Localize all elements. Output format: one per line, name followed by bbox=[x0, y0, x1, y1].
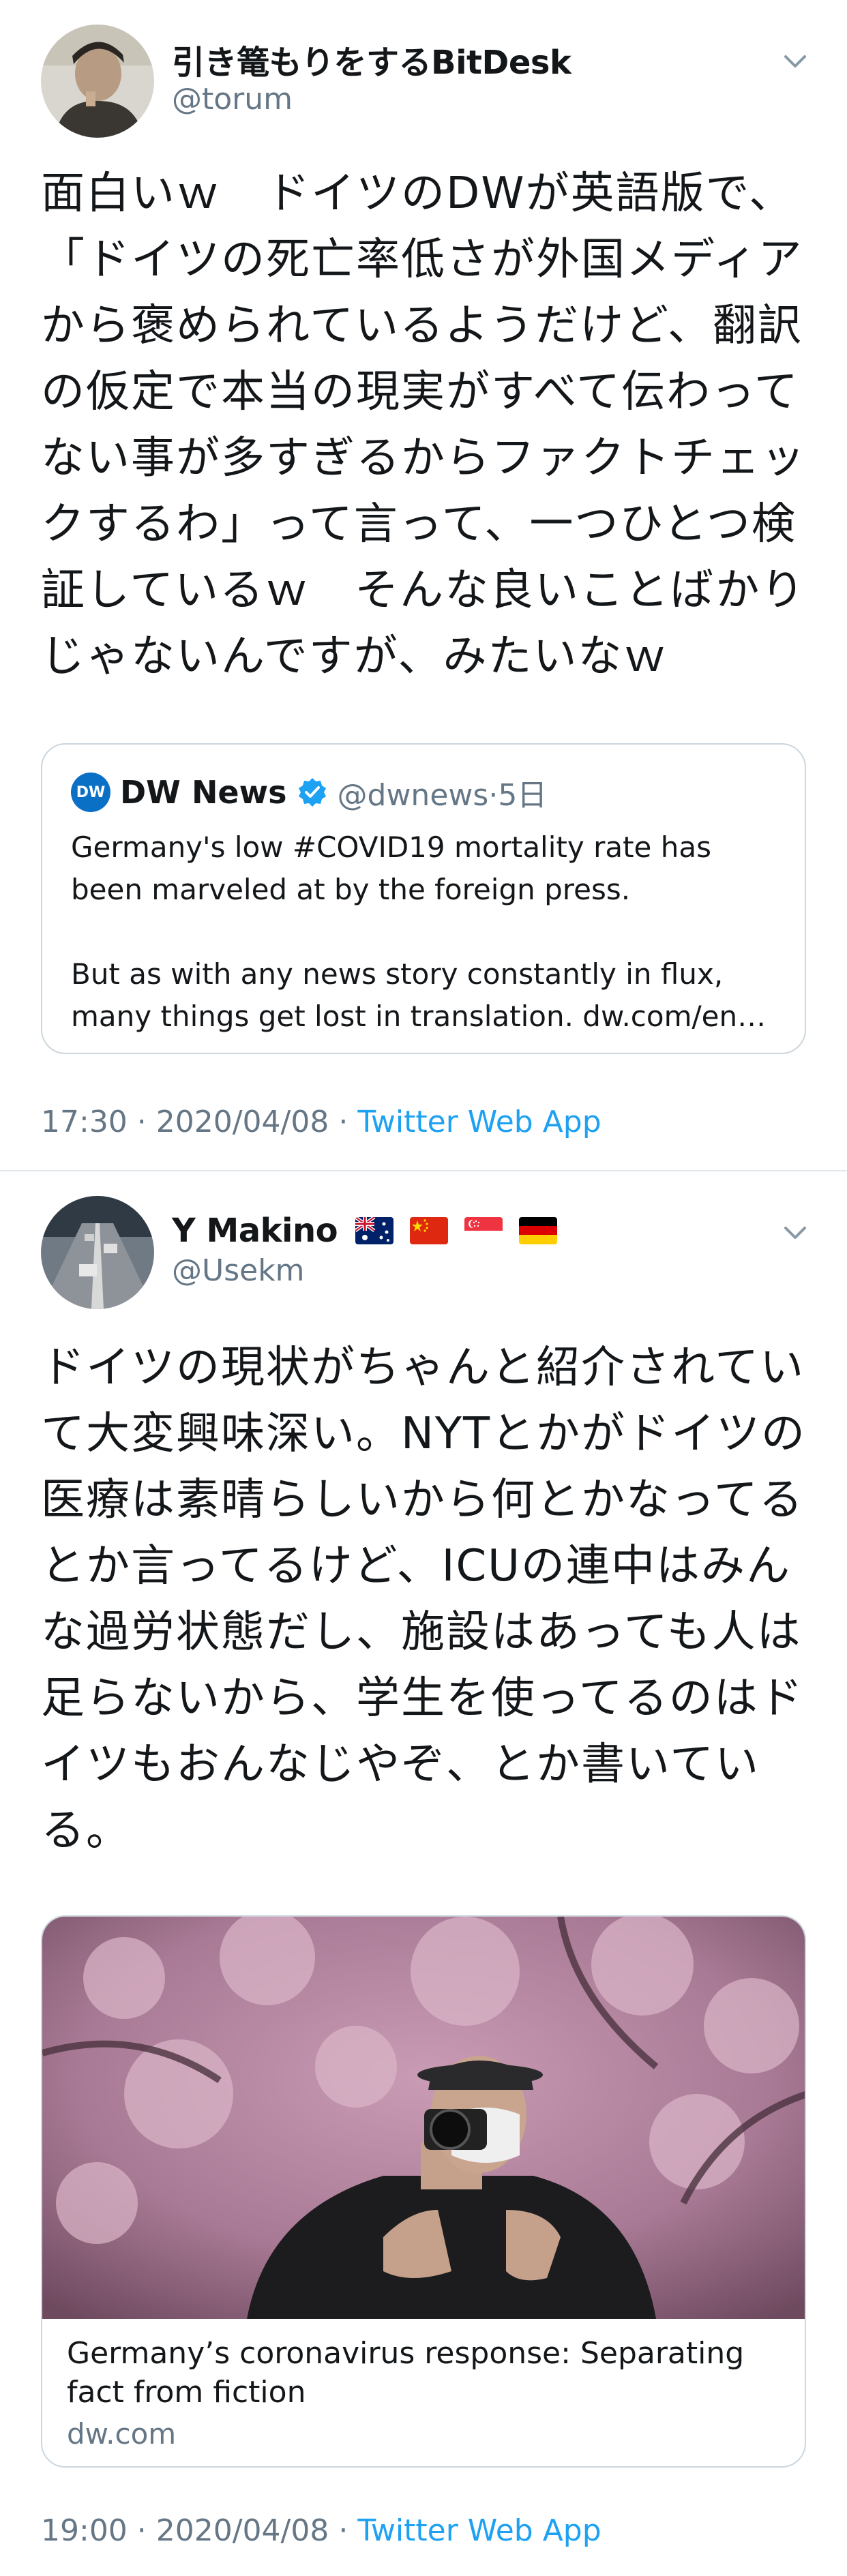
china-flag-icon bbox=[410, 1217, 449, 1244]
dw-logo: DW bbox=[71, 773, 110, 812]
quoted-tweet-text: Germany's low #COVID19 mortality rate ha… bbox=[71, 826, 787, 1038]
australia-flag-icon bbox=[355, 1217, 394, 1244]
quoted-tweet[interactable]: DW DW News @dwnews·5日 Germany's low #COV… bbox=[41, 743, 806, 1054]
quoted-author-name: DW News bbox=[120, 774, 287, 811]
quoted-line: Germany's low #COVID19 mortality rate ha… bbox=[71, 830, 711, 864]
author-row: Y Makino bbox=[172, 1207, 558, 1255]
author-handle[interactable]: @Usekm bbox=[172, 1253, 305, 1288]
card-title: Germany’s coronavirus response: Separati… bbox=[67, 2336, 745, 2410]
chevron-down-icon[interactable] bbox=[777, 1215, 813, 1250]
timestamp[interactable]: 19:00 · 2020/04/08 · bbox=[41, 2513, 357, 2548]
link-preview-card[interactable]: Germany’s coronavirus response: Separati… bbox=[41, 1915, 806, 2468]
chevron-down-icon[interactable] bbox=[777, 44, 813, 79]
source-app-link[interactable]: Twitter Web App bbox=[357, 2513, 601, 2548]
author-row: 引き篭もりをするBitDesk bbox=[172, 35, 571, 83]
card-domain: dw.com bbox=[67, 2417, 177, 2451]
quoted-author-handle: @dwnews·5日 bbox=[337, 778, 548, 813]
tweet-2[interactable]: Y Makino @Usekm ドイツの現状がちゃんと紹介されてい て大変興味深… bbox=[0, 1171, 847, 2576]
tweet-1[interactable]: 引き篭もりをするBitDesk @torum 面白いｗ ドイツのDWが英語版で、… bbox=[0, 0, 847, 1171]
avatar[interactable] bbox=[41, 1196, 154, 1309]
card-image-man-with-camera-and-mask bbox=[42, 1917, 805, 2319]
author-name[interactable]: Y Makino bbox=[172, 1212, 338, 1250]
tweet-meta: 19:00 · 2020/04/08 · Twitter Web App bbox=[41, 2513, 601, 2548]
author-handle[interactable]: @torum bbox=[172, 82, 293, 117]
flag-emojis bbox=[355, 1217, 558, 1244]
author-name[interactable]: 引き篭もりをするBitDesk bbox=[172, 35, 571, 83]
germany-flag-icon bbox=[519, 1217, 558, 1244]
verified-badge-icon bbox=[298, 778, 326, 807]
quoted-line: many things get lost in translation. dw.… bbox=[71, 1000, 767, 1033]
quoted-tweet-header: DW DW News @dwnews·5日 bbox=[71, 770, 547, 814]
singapore-flag-icon bbox=[464, 1217, 503, 1244]
tweet-text: 面白いｗ ドイツのDWが英語版で、 「ドイツの死亡率低さが外国メディア から褒め… bbox=[41, 168, 806, 682]
tweet-meta: 17:30 · 2020/04/08 · Twitter Web App bbox=[41, 1105, 601, 1139]
quoted-line: been marveled at by the foreign press. bbox=[71, 873, 631, 906]
quoted-line: But as with any news story constantly in… bbox=[71, 957, 724, 991]
avatar[interactable] bbox=[41, 25, 154, 138]
source-app-link[interactable]: Twitter Web App bbox=[357, 1105, 601, 1139]
tweet-text: ドイツの現状がちゃんと紹介されてい て大変興味深い。NYTとかがドイツの 医療は… bbox=[41, 1343, 807, 1856]
timestamp[interactable]: 17:30 · 2020/04/08 · bbox=[41, 1105, 357, 1139]
